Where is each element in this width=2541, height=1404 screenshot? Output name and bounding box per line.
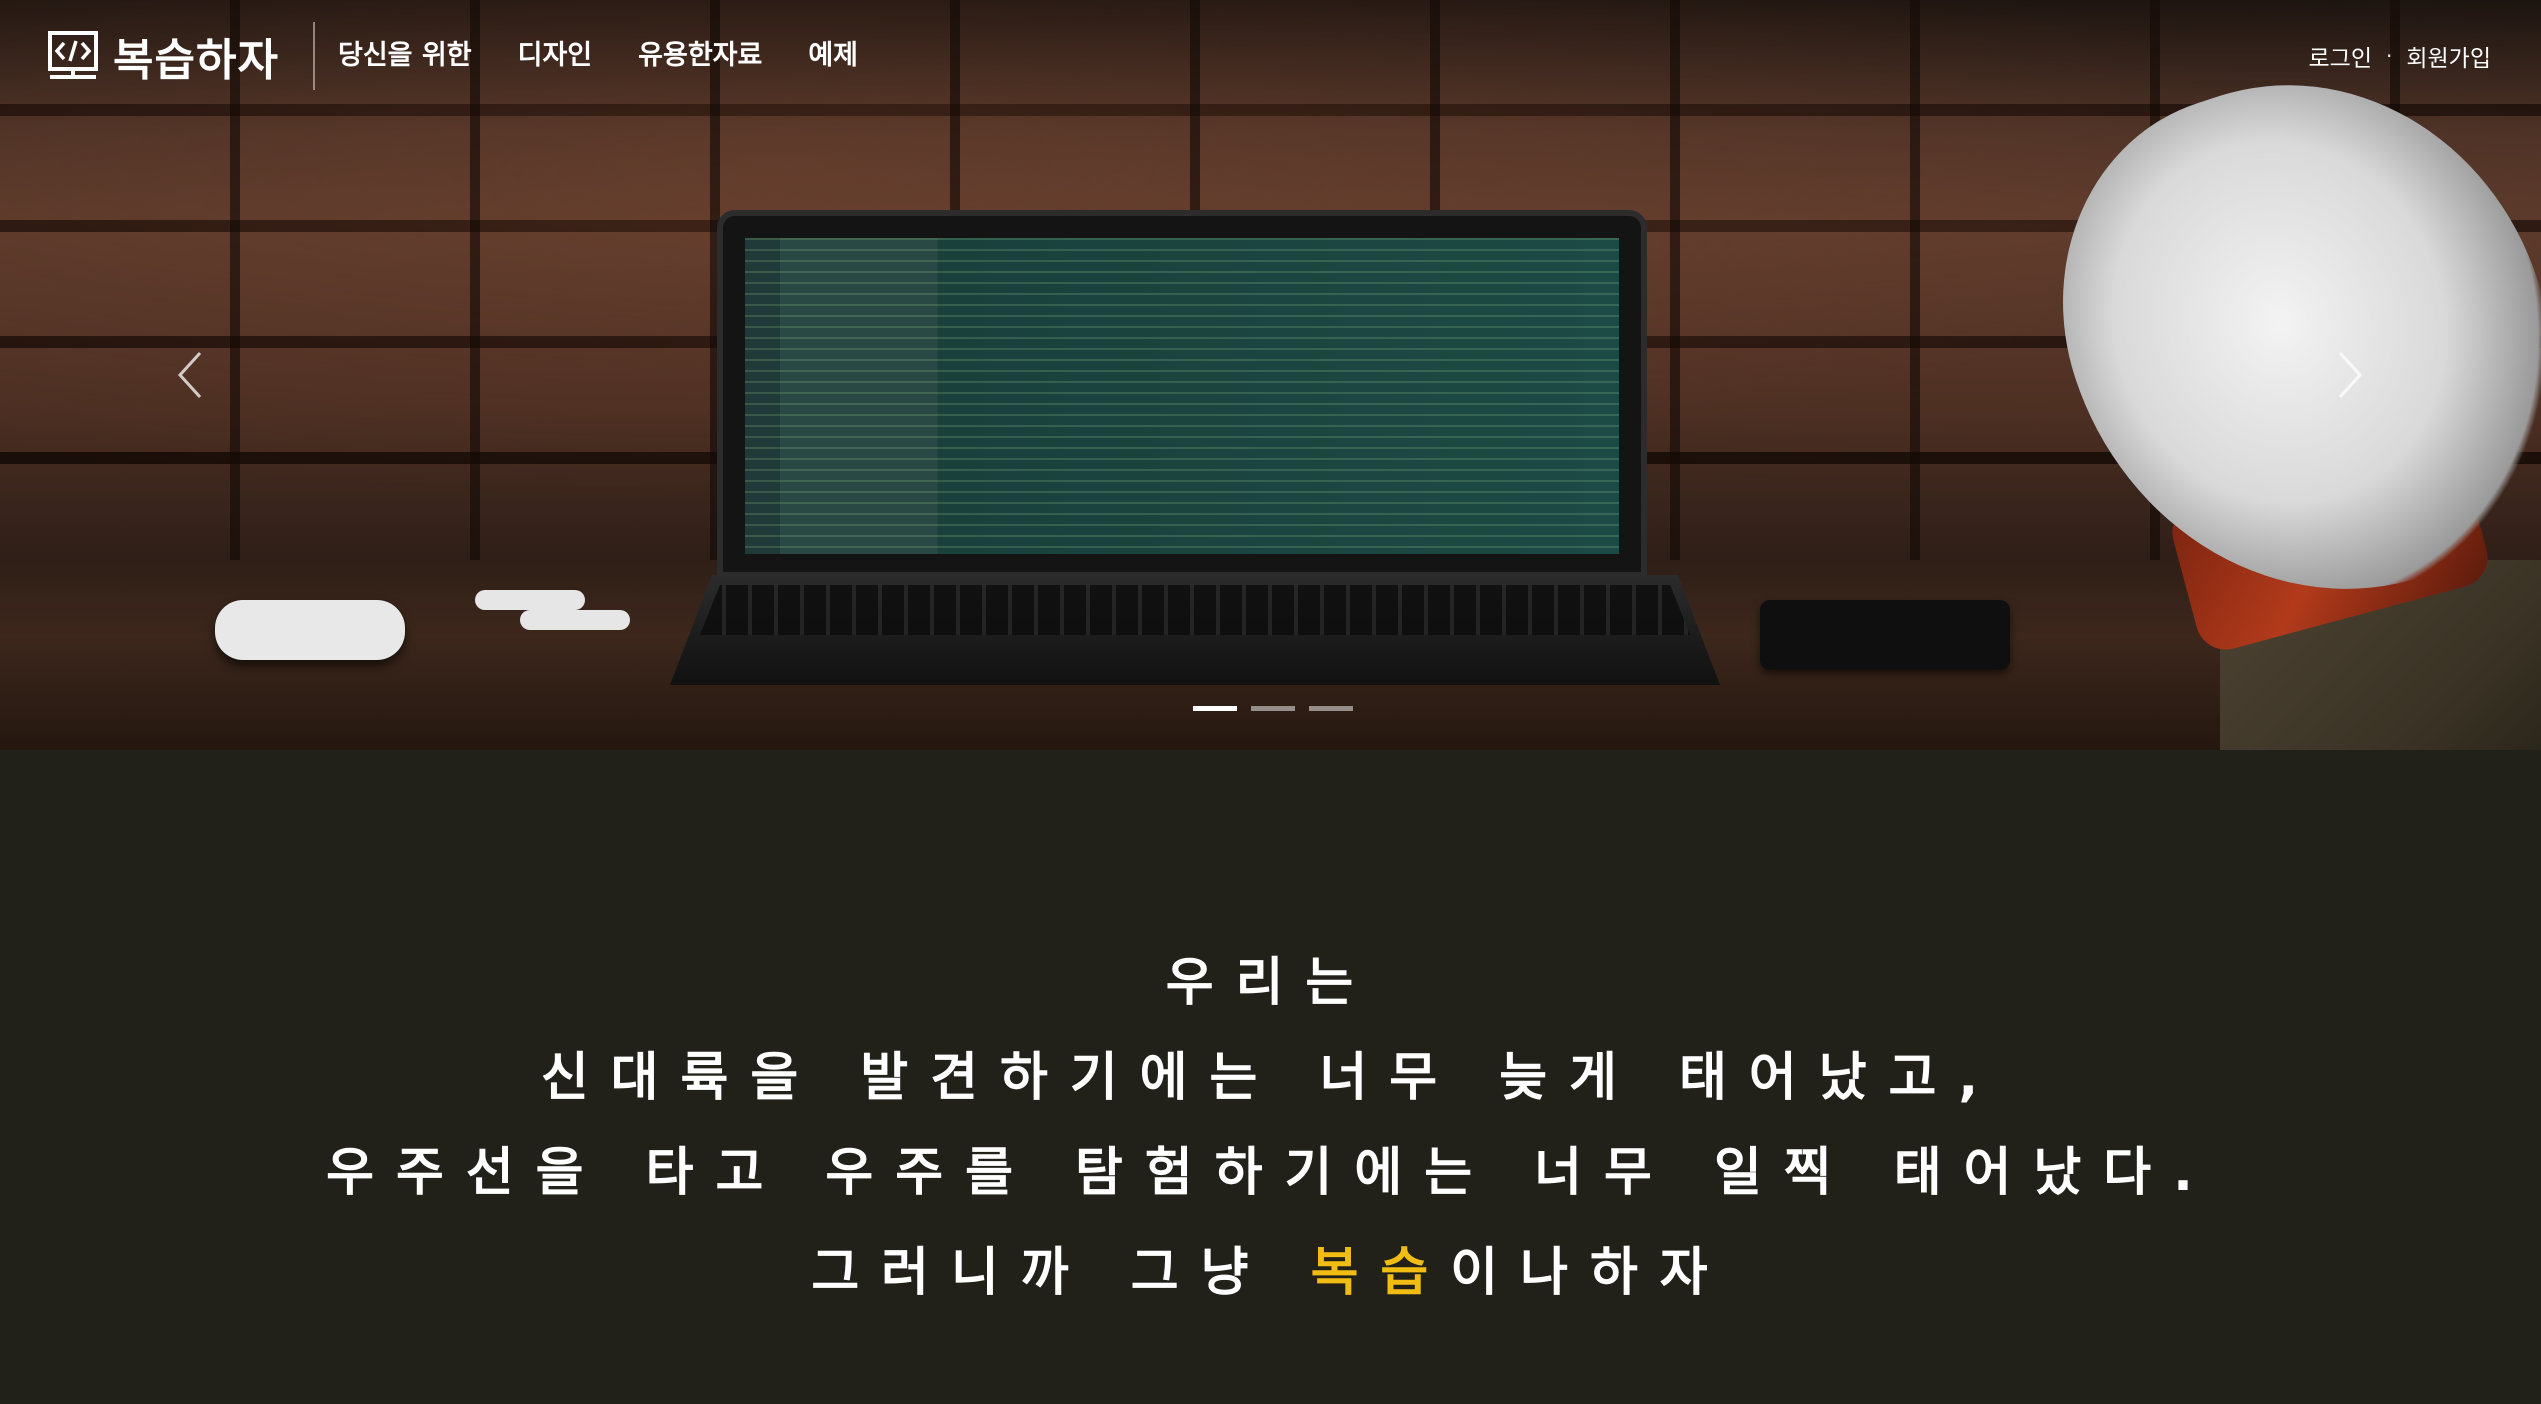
- tagline-highlight: 복습: [1310, 1243, 1451, 1303]
- hero-airpod: [475, 590, 585, 610]
- carousel-indicator[interactable]: [1193, 706, 1237, 711]
- main-menu: 당신을 위한 디자인 유용한자료 예제: [338, 34, 858, 78]
- hero-airpods-case: [215, 600, 405, 660]
- page: 복습하자 당신을 위한 디자인 유용한자료 예제 로그인 · 회원가입 우리는 …: [0, 0, 2541, 1404]
- top-navigation: 복습하자 당신을 위한 디자인 유용한자료 예제 로그인 · 회원가입: [0, 0, 2541, 112]
- auth-links: 로그인 · 회원가입: [2309, 36, 2491, 76]
- hero-keyboard: [700, 585, 1690, 635]
- carousel-indicator[interactable]: [1309, 706, 1353, 711]
- tagline-line-2: 신대륙을 발견하기에는 너무 늦게 태어났고,: [540, 1048, 2001, 1108]
- hero-laptop: [717, 210, 1647, 578]
- nav-divider: [313, 22, 315, 90]
- nav-item-for-you[interactable]: 당신을 위한: [338, 34, 472, 78]
- tagline-section: 우리는 신대륙을 발견하기에는 너무 늦게 태어났고, 우주선을 타고 우주를 …: [0, 750, 2541, 1404]
- login-link[interactable]: 로그인: [2309, 39, 2372, 73]
- chevron-right-icon: [2338, 351, 2363, 399]
- brand-logo[interactable]: 복습하자: [47, 26, 279, 86]
- hero-carousel: [0, 0, 2541, 750]
- code-bracket-icon: [47, 30, 99, 82]
- carousel-next-button[interactable]: [2330, 345, 2370, 405]
- tagline-line-4: 그러니까 그냥 복습이나하자: [0, 1230, 2541, 1305]
- chevron-left-icon: [177, 351, 202, 399]
- brand-name: 복습하자: [113, 35, 279, 86]
- nav-item-resources[interactable]: 유용한자료: [638, 34, 762, 78]
- tagline-line-4-suffix: 이나하자: [1450, 1243, 1730, 1303]
- auth-separator: ·: [2386, 44, 2393, 68]
- tagline-line-1: 우리는: [1165, 953, 1376, 1013]
- tagline-line-4-prefix: 그러니까 그냥: [811, 1243, 1311, 1303]
- hero-airpod: [520, 610, 630, 630]
- carousel-indicators: [1193, 706, 1353, 711]
- tagline-line-3: 우주선을 타고 우주를 탐험하기에는 너무 일찍 태어났다.: [326, 1143, 2215, 1203]
- hero-phone: [1760, 600, 2010, 670]
- carousel-indicator[interactable]: [1251, 706, 1295, 711]
- nav-item-design[interactable]: 디자인: [518, 34, 593, 78]
- nav-item-examples[interactable]: 예제: [808, 34, 858, 78]
- signup-link[interactable]: 회원가입: [2406, 39, 2491, 73]
- hero-laptop-display: [745, 238, 1619, 554]
- carousel-prev-button[interactable]: [170, 345, 210, 405]
